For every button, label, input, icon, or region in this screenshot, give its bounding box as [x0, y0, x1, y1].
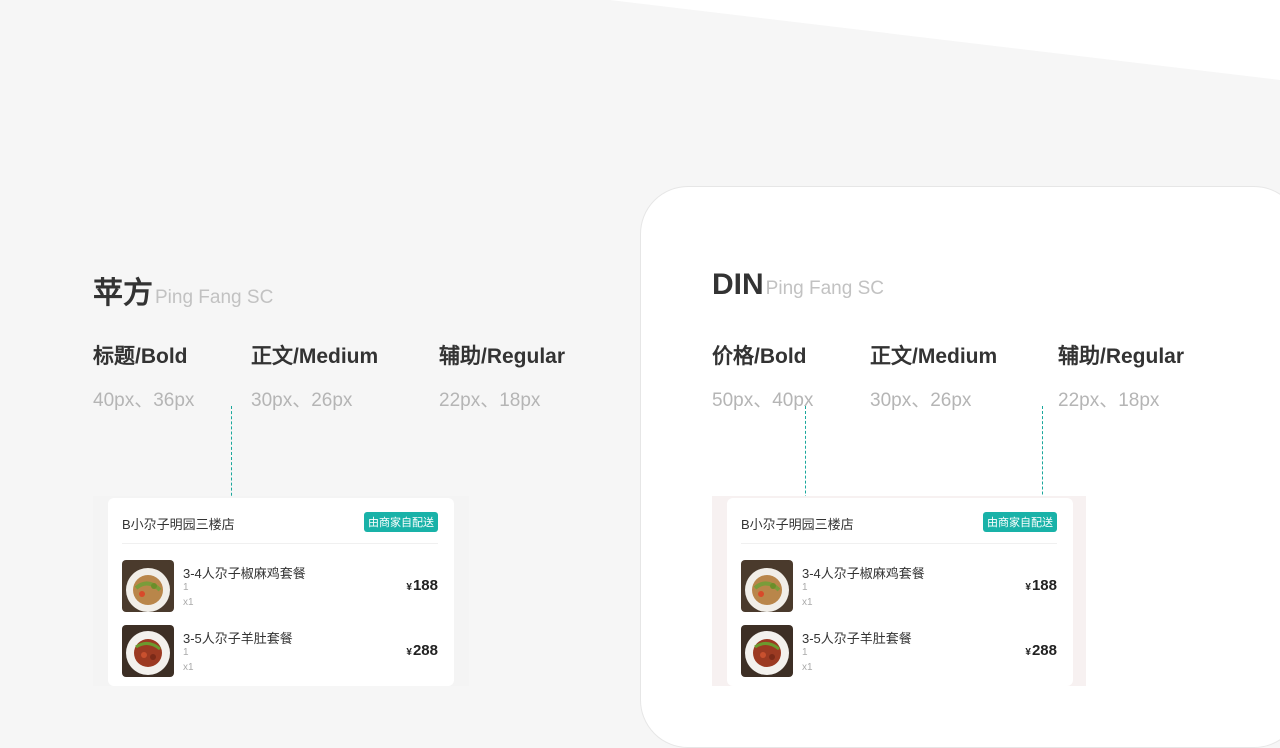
- price-value: 188: [412, 577, 438, 594]
- item-quantity: x1: [802, 662, 813, 673]
- price-value: 288: [412, 642, 438, 659]
- item-spec: 1: [183, 582, 189, 593]
- item-name: 3-5人尕子羊肚套餐: [183, 631, 293, 646]
- style-name: 正文/Medium: [251, 345, 379, 368]
- right-style-aux: 辅助/Regular 22px、18px: [1058, 340, 1184, 412]
- style-name: 标题/Bold: [93, 345, 188, 368]
- shop-name[interactable]: B小尕子明园三楼店: [122, 514, 235, 533]
- style-size: 22px、18px: [439, 390, 541, 411]
- price-value: 188: [1031, 577, 1057, 594]
- divider: [741, 543, 1057, 544]
- left-font-name: 苹方: [93, 277, 153, 310]
- shop-name[interactable]: B小尕子明园三楼店: [741, 514, 854, 533]
- right-style-price: 价格/Bold 50px、40px: [712, 340, 813, 412]
- item-quantity: x1: [183, 662, 194, 673]
- currency-symbol: ¥: [1025, 647, 1031, 658]
- list-item[interactable]: 3-5人尕子羊肚套餐 1 x1 ¥288: [122, 625, 438, 677]
- left-font-title: 苹方 Ping Fang SC: [93, 268, 273, 312]
- delivery-badge: 由商家自配送: [364, 512, 438, 532]
- food-image: [741, 625, 793, 677]
- right-font-subtitle: Ping Fang SC: [765, 278, 884, 299]
- item-spec: 1: [802, 647, 808, 658]
- right-order-preview: B小尕子明园三楼店 由商家自配送 3-4人尕子椒麻鸡套餐 1 x1 ¥188 3…: [712, 496, 1086, 686]
- left-style-body: 正文/Medium 30px、26px: [251, 340, 378, 412]
- item-spec: 1: [802, 582, 808, 593]
- style-size: 30px、26px: [251, 390, 353, 411]
- item-name: 3-4人尕子椒麻鸡套餐: [802, 566, 925, 581]
- left-font-subtitle: Ping Fang SC: [155, 287, 274, 308]
- style-name: 辅助/Regular: [439, 345, 566, 368]
- item-price: ¥188: [1025, 577, 1057, 594]
- list-item[interactable]: 3-4人尕子椒麻鸡套餐 1 x1 ¥188: [122, 560, 438, 612]
- order-card: B小尕子明园三楼店 由商家自配送 3-4人尕子椒麻鸡套餐 1 x1 ¥188 3…: [108, 498, 454, 686]
- item-name: 3-4人尕子椒麻鸡套餐: [183, 566, 306, 581]
- currency-symbol: ¥: [406, 582, 412, 593]
- item-quantity: x1: [802, 597, 813, 608]
- left-style-title: 标题/Bold 40px、36px: [93, 340, 194, 412]
- list-item[interactable]: 3-4人尕子椒麻鸡套餐 1 x1 ¥188: [741, 560, 1057, 612]
- item-price: ¥188: [406, 577, 438, 594]
- food-image: [122, 560, 174, 612]
- currency-symbol: ¥: [406, 647, 412, 658]
- right-font-name: DIN: [712, 268, 764, 301]
- item-spec: 1: [183, 647, 189, 658]
- item-price: ¥288: [1025, 642, 1057, 659]
- style-name: 价格/Bold: [712, 345, 807, 368]
- left-style-aux: 辅助/Regular 22px、18px: [439, 340, 565, 412]
- style-size: 40px、36px: [93, 390, 195, 411]
- right-font-title: DIN Ping Fang SC: [712, 268, 884, 302]
- item-price: ¥288: [406, 642, 438, 659]
- list-item[interactable]: 3-5人尕子羊肚套餐 1 x1 ¥288: [741, 625, 1057, 677]
- divider: [122, 543, 438, 544]
- price-value: 288: [1031, 642, 1057, 659]
- style-name: 正文/Medium: [870, 345, 998, 368]
- item-name: 3-5人尕子羊肚套餐: [802, 631, 912, 646]
- style-size: 22px、18px: [1058, 390, 1160, 411]
- left-order-preview: B小尕子明园三楼店 由商家自配送 3-4人尕子椒麻鸡套餐 1 x1 ¥188 3…: [93, 496, 469, 686]
- delivery-badge: 由商家自配送: [983, 512, 1057, 532]
- right-style-body: 正文/Medium 30px、26px: [870, 340, 997, 412]
- food-image: [741, 560, 793, 612]
- style-size: 30px、26px: [870, 390, 972, 411]
- food-image: [122, 625, 174, 677]
- order-card: B小尕子明园三楼店 由商家自配送 3-4人尕子椒麻鸡套餐 1 x1 ¥188 3…: [727, 498, 1073, 686]
- annotation-arrow: [227, 406, 235, 512]
- item-quantity: x1: [183, 597, 194, 608]
- style-size: 50px、40px: [712, 390, 814, 411]
- currency-symbol: ¥: [1025, 582, 1031, 593]
- style-name: 辅助/Regular: [1058, 345, 1185, 368]
